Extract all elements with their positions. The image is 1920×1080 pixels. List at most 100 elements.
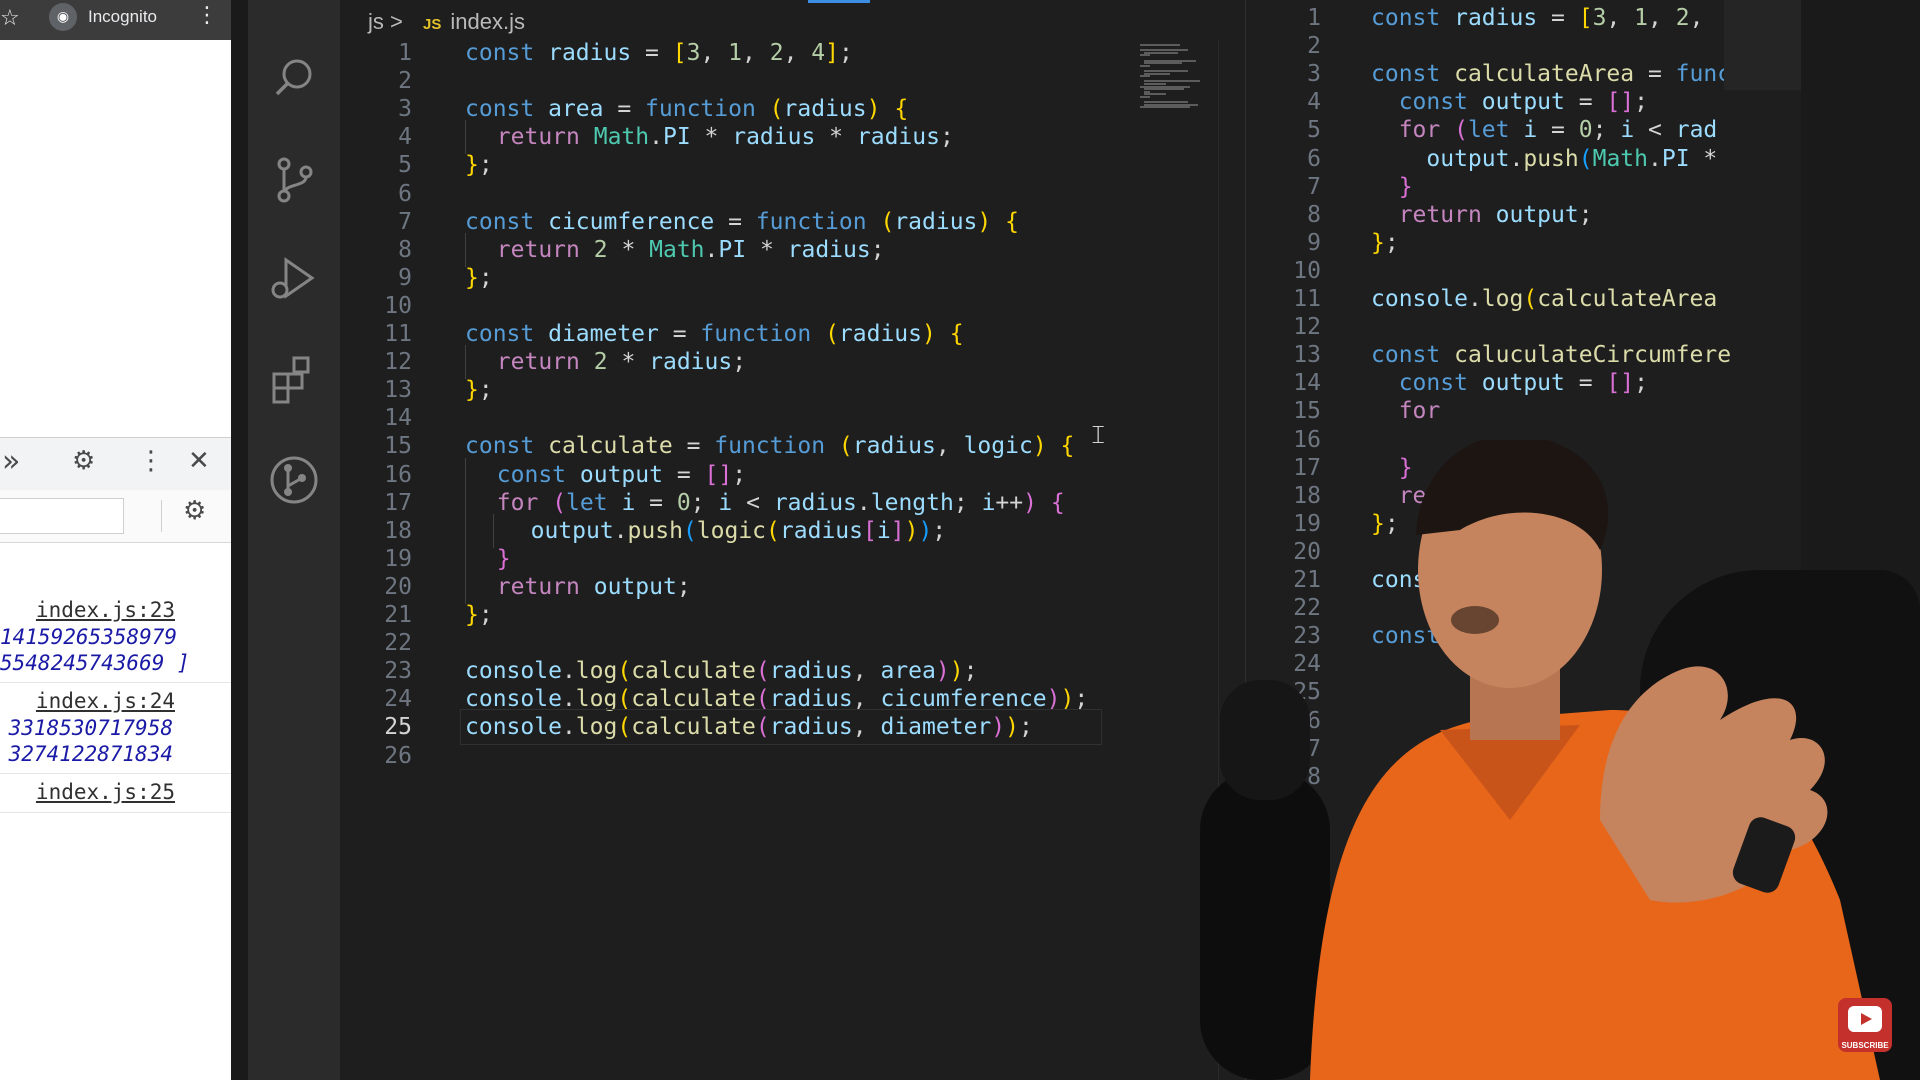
code-token: . — [561, 658, 576, 685]
code-token: [ — [672, 40, 687, 66]
code-token: radius — [787, 236, 871, 263]
code-token: radius — [783, 96, 867, 123]
code-token: ) — [866, 96, 881, 123]
code-token: * — [690, 124, 733, 151]
code-token: radius — [838, 321, 923, 347]
code-token: push — [627, 517, 683, 544]
code-token: 2 — [593, 349, 608, 376]
run-debug-icon[interactable] — [266, 250, 322, 306]
incognito-icon[interactable]: ◉ — [49, 3, 77, 31]
breadcrumb-file[interactable]: index.js — [450, 9, 525, 34]
youtube-subscribe-button[interactable]: SUBSCRIBE — [1838, 998, 1892, 1052]
console-settings-gear-icon[interactable]: ⚙ — [183, 496, 206, 526]
code-token: ( — [617, 658, 632, 685]
code-token: output — [593, 573, 677, 600]
code-token: ) — [1046, 686, 1061, 713]
code-token: calculate — [631, 658, 756, 685]
code-token: logic — [963, 433, 1033, 460]
code-token: = — [1564, 370, 1607, 397]
code-token: ; — [1578, 201, 1593, 228]
code-token: , — [742, 40, 770, 66]
code-token: , — [852, 658, 881, 685]
code-token: , — [1689, 5, 1718, 31]
source-control-icon[interactable] — [266, 152, 322, 208]
code-token: diameter — [548, 321, 659, 347]
code-token: const — [1371, 342, 1455, 369]
code-token: ; — [1634, 89, 1648, 116]
bookmark-star-icon[interactable]: ☆ — [0, 6, 20, 31]
code-token: calculate — [548, 433, 673, 460]
code-token: [] — [704, 461, 733, 488]
code-token: , — [783, 40, 812, 66]
code-token: for — [1398, 117, 1455, 144]
browser-menu-icon[interactable]: ⋮ — [196, 3, 218, 28]
code-token: 3 — [1592, 5, 1607, 31]
extensions-icon[interactable] — [266, 352, 322, 408]
code-token: caluculateCircumfere — [1454, 342, 1732, 369]
code-token: return — [1398, 201, 1496, 228]
code-editor[interactable]: js > JS index.js 1 const radius = [3, 1, 2… — [340, 0, 1245, 1080]
browser-toolbar: ☆ ◉ Incognito ⋮ — [0, 0, 231, 40]
git-graph-icon[interactable] — [266, 452, 322, 508]
more-tabs-icon[interactable]: » — [2, 444, 20, 479]
code-token: 2 — [1675, 5, 1690, 31]
code-token: ; — [870, 236, 885, 263]
code-token: ) — [904, 517, 919, 544]
code-token: const — [465, 40, 549, 66]
code-token: console — [465, 686, 562, 713]
code-token: radius — [649, 349, 733, 376]
code-token: ; — [1592, 117, 1621, 144]
code-token: ( — [880, 208, 895, 235]
code-token: , — [700, 40, 729, 66]
code-token: Math — [649, 236, 705, 263]
devtools-menu-icon[interactable]: ⋮ — [138, 446, 164, 476]
minimap-line — [1140, 75, 1150, 78]
breadcrumb[interactable]: js > JS index.js — [368, 9, 525, 39]
code-token: = — [603, 96, 646, 123]
code-token: radius — [894, 208, 978, 235]
console-source-link[interactable]: index.js:23 — [0, 596, 231, 624]
code-token: ; — [1384, 229, 1399, 256]
code-token: = — [658, 321, 701, 347]
code-token: = — [1537, 117, 1579, 144]
code-token: { — [949, 321, 964, 347]
console-filter-input[interactable] — [0, 498, 124, 534]
presenter-webcam — [1200, 440, 1880, 1080]
code-token: PI — [718, 236, 747, 263]
incognito-label[interactable]: Incognito — [88, 7, 157, 27]
breadcrumb-folder[interactable]: js — [368, 9, 384, 34]
code-token: const — [465, 96, 549, 123]
code-token: radius — [856, 124, 940, 151]
code-token: } — [465, 264, 479, 291]
search-icon[interactable] — [266, 50, 322, 106]
code-token: i — [1620, 117, 1635, 144]
code-token: function — [755, 208, 867, 235]
code-token: radius — [732, 124, 816, 151]
code-token: radius — [548, 40, 632, 66]
code-token: , — [852, 686, 881, 713]
code-token: , — [1648, 5, 1676, 31]
code-token: console — [1371, 286, 1468, 312]
code-token: ) — [918, 517, 933, 544]
settings-gear-icon[interactable]: ⚙ — [72, 446, 95, 476]
code-token: ; — [932, 517, 947, 544]
code-token: radius — [769, 686, 853, 713]
code-token: } — [465, 152, 479, 179]
minimap-line — [1140, 44, 1180, 46]
split-minimap[interactable] — [1724, 0, 1801, 90]
code-token: area — [548, 96, 604, 123]
code-token: return — [496, 236, 594, 263]
code-line[interactable]: 26 — [340, 739, 1245, 773]
code-token: cicumference — [548, 208, 715, 235]
code-token: ; — [1018, 714, 1033, 741]
code-token: = — [672, 433, 715, 460]
console-source-link[interactable]: index.js:25 — [0, 778, 231, 806]
code-token: ; — [676, 573, 691, 600]
code-token: ( — [755, 714, 770, 741]
minimap[interactable] — [1140, 44, 1218, 114]
console-source-link[interactable]: index.js:24 — [0, 687, 231, 715]
close-devtools-icon[interactable]: ✕ — [188, 446, 210, 476]
minimap-line — [1140, 106, 1190, 109]
